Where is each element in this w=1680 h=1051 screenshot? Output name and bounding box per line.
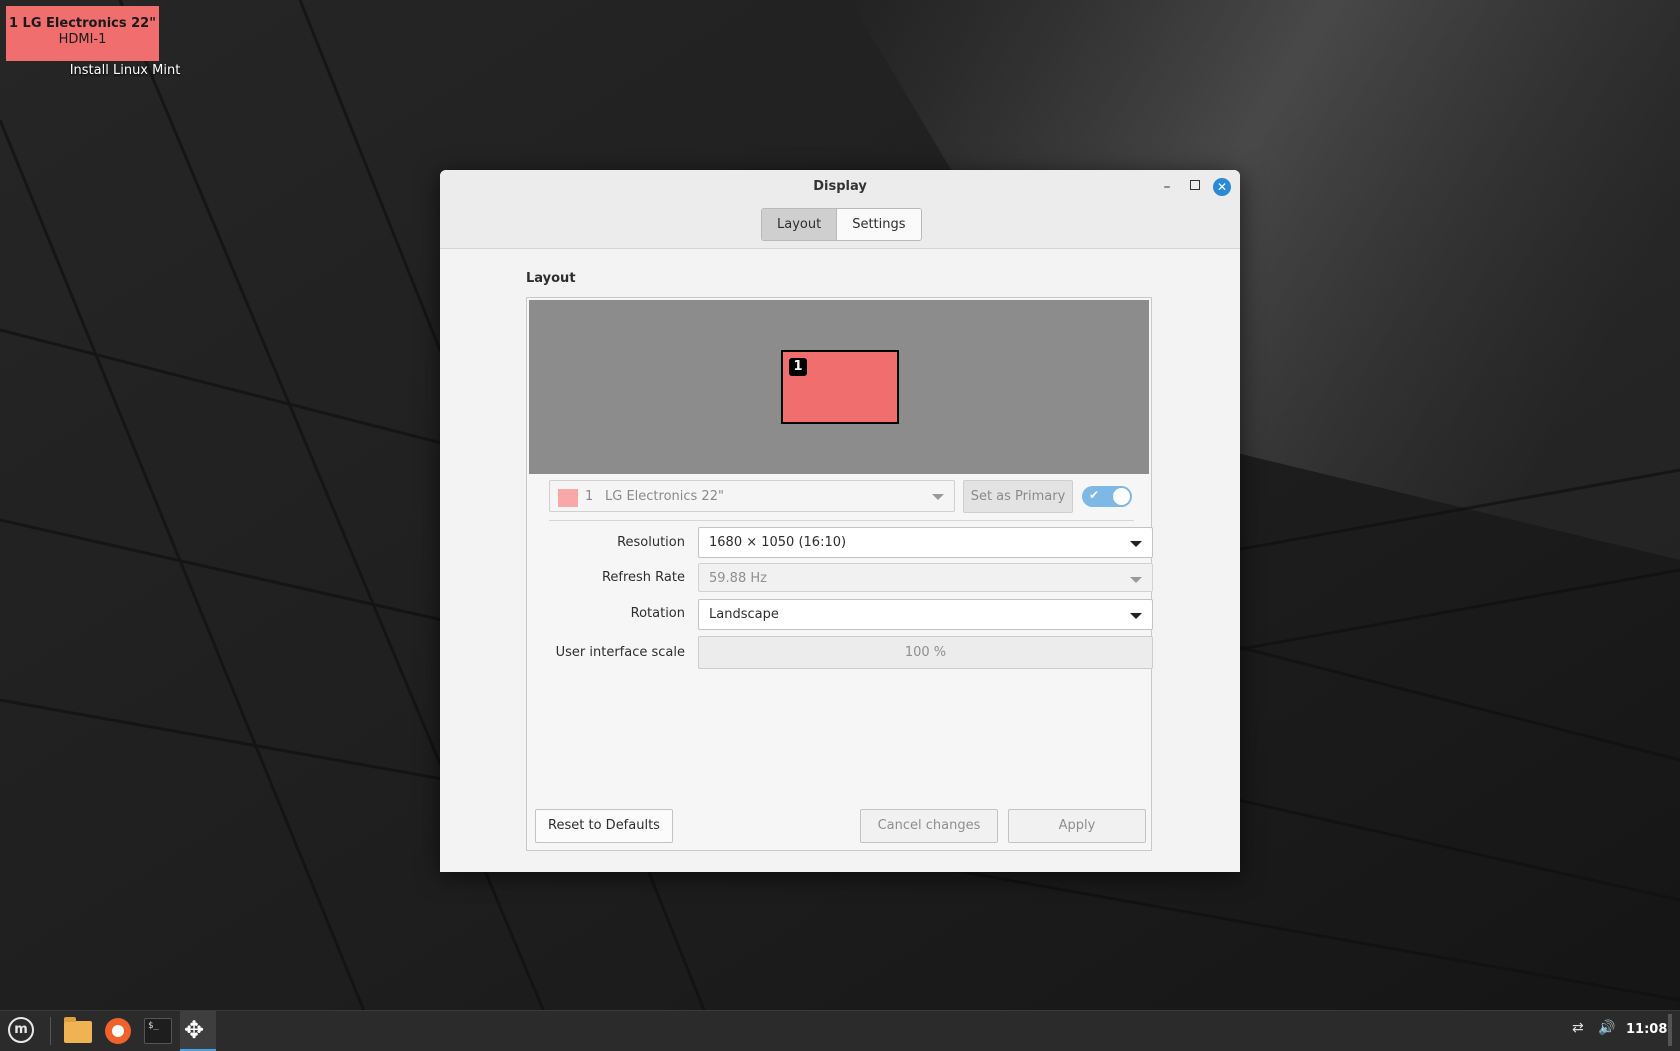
display-window: Display – ✕ Layout Settings Layout 1 1 L…	[440, 170, 1240, 872]
linux-mint-menu-icon: m	[8, 1017, 34, 1043]
section-title: Layout	[526, 271, 576, 286]
taskbar-separator	[50, 1017, 51, 1045]
scale-label: User interface scale	[555, 645, 685, 660]
folder-icon	[64, 1017, 92, 1043]
maximize-button[interactable]	[1186, 178, 1204, 196]
display-window-button[interactable]: ✥	[180, 1011, 216, 1051]
monitor-select-name: LG Electronics 22"	[605, 489, 724, 504]
firefox-launcher[interactable]	[102, 1015, 134, 1047]
toggle-knob	[1113, 488, 1130, 505]
firefox-icon	[105, 1018, 131, 1044]
resolution-value: 1680 × 1050 (16:10)	[709, 535, 847, 550]
clock[interactable]: 11:08	[1626, 1022, 1667, 1037]
identify-connector: HDMI-1	[58, 32, 107, 47]
rotation-value: Landscape	[709, 607, 779, 622]
tab-layout[interactable]: Layout	[762, 209, 838, 240]
files-launcher[interactable]	[62, 1015, 94, 1047]
reset-to-defaults-button[interactable]: Reset to Defaults	[535, 809, 673, 843]
scale-field[interactable]: 100 %	[698, 636, 1153, 669]
taskbar: m $_ ✥	[0, 1010, 1680, 1051]
divider	[549, 520, 1134, 521]
chevron-down-icon	[1130, 577, 1142, 583]
check-icon: ✔	[1089, 488, 1100, 502]
monitor-arrangement-canvas[interactable]: 1	[529, 300, 1149, 474]
monitor-select[interactable]: 1 LG Electronics 22"	[549, 480, 955, 512]
layout-frame: 1 1 LG Electronics 22" Set as Primary ✔ …	[526, 297, 1153, 851]
cancel-changes-button[interactable]: Cancel changes	[860, 809, 998, 843]
monitor-enabled-toggle[interactable]: ✔	[1082, 486, 1132, 507]
refresh-rate-select[interactable]: 59.88 Hz	[698, 563, 1153, 592]
rotation-label: Rotation	[630, 606, 685, 621]
show-desktop-handle[interactable]	[1668, 1014, 1672, 1046]
set-as-primary-button[interactable]: Set as Primary	[963, 480, 1073, 513]
monitor-select-number: 1	[585, 489, 594, 504]
layout-page: Layout 1 1 LG Electronics 22" Set as Pri…	[440, 249, 1240, 872]
monitor-number-badge: 1	[789, 358, 807, 376]
tab-bar: Layout Settings	[761, 208, 922, 241]
identify-monitor-name: 1 LG Electronics 22"	[8, 16, 156, 31]
network-disconnected-icon[interactable]: ⇄	[1572, 1020, 1584, 1036]
refresh-rate-value: 59.88 Hz	[709, 571, 767, 586]
maximize-icon	[1190, 180, 1200, 190]
titlebar: Display – ✕ Layout Settings	[440, 170, 1240, 249]
chevron-down-icon	[932, 494, 944, 500]
monitor-tile[interactable]: 1	[781, 350, 899, 424]
tab-settings[interactable]: Settings	[837, 209, 921, 240]
desktop-icon-install-linux-mint[interactable]: Install Linux Mint	[60, 63, 190, 78]
apply-button[interactable]: Apply	[1008, 809, 1146, 843]
window-title: Display	[813, 179, 867, 194]
display-settings-icon: ✥	[184, 1016, 205, 1044]
menu-button[interactable]: m	[6, 1015, 38, 1047]
rotation-select[interactable]: Landscape	[698, 599, 1153, 630]
chevron-down-icon	[1130, 541, 1142, 547]
monitor-identify-overlay: 1 LG Electronics 22" HDMI-1	[6, 6, 159, 61]
resolution-label: Resolution	[617, 535, 685, 550]
terminal-icon: $_	[144, 1018, 172, 1044]
minimize-button[interactable]: –	[1158, 178, 1176, 196]
volume-icon[interactable]: 🔊	[1598, 1020, 1615, 1036]
terminal-launcher[interactable]: $_	[142, 1015, 174, 1047]
refresh-rate-label: Refresh Rate	[601, 570, 685, 585]
close-button[interactable]: ✕	[1213, 178, 1231, 196]
chevron-down-icon	[1130, 613, 1142, 619]
resolution-select[interactable]: 1680 × 1050 (16:10)	[698, 527, 1153, 558]
monitor-color-swatch	[558, 489, 578, 507]
